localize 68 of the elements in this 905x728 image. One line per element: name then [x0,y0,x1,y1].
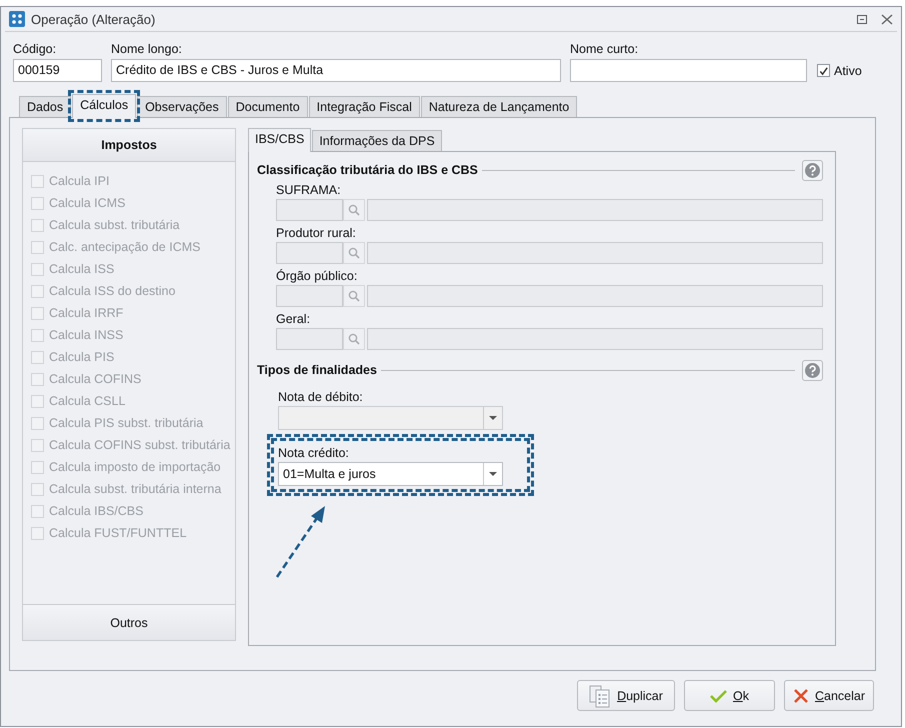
checkbox-label: Calcula INSS [49,328,124,342]
help-button[interactable] [802,160,823,180]
search-icon [348,247,360,259]
app-icon [9,11,25,27]
check-icon [710,688,727,702]
checkbox-label: Calcula subst. tributária [49,218,180,232]
field-label: Geral: [276,311,312,328]
section-header[interactable]: Outros [23,604,235,640]
field-label: Produtor rural: [276,225,357,242]
restore-icon[interactable] [857,14,867,24]
search-button[interactable] [343,328,365,350]
checkbox-label: Calcula IRRF [49,306,124,320]
help-icon [805,362,820,378]
checkbox-label: Calcula ISS do destino [49,284,176,298]
checkbox-label: Calcula PIS subst. tributária [49,416,204,430]
text-field[interactable]: Crédito de IBS e CBS - Juros e Multa [111,59,561,82]
checkbox-label: Calcula PIS [49,350,114,364]
help-button[interactable] [802,360,823,380]
search-icon [348,333,360,345]
dropdown[interactable]: 01=Multa e juros [278,462,503,486]
dialog-button[interactable]: Duplicar [577,680,675,711]
checkbox-label: Calc. antecipação de ICMS [49,240,200,254]
checkbox-label: Ativo [834,64,862,78]
checkbox-label: Calcula COFINS [49,372,142,386]
dialog-button[interactable]: Ok [684,680,775,711]
field-label: Nome curto: [570,42,640,58]
search-icon [348,290,360,302]
search-icon [348,204,360,216]
field-label: Nota crédito: [278,445,350,462]
documents-icon [589,682,612,708]
check-icon [818,64,829,76]
tab[interactable]: Dados [19,96,72,117]
checkbox[interactable] [817,64,830,77]
checkbox-label: Calcula IPI [49,174,110,188]
field-label: Órgão público: [276,268,358,285]
dialog-button[interactable]: Cancelar [784,680,874,711]
window-title: Operação (Alteração) [31,12,156,26]
tab[interactable]: Observações [137,96,227,117]
field-label: Nome longo: [111,42,183,58]
close-icon[interactable] [881,14,893,24]
tab[interactable]: Informações da DPS [312,130,442,151]
checkbox-label: Calcula FUST/FUNTTEL [49,526,187,540]
text-field[interactable] [570,59,807,82]
help-icon [805,162,820,178]
text-field[interactable]: 000159 [13,59,102,82]
checkbox-label: Calcula ISS [49,262,114,276]
tab[interactable]: Integração Fiscal [308,96,420,117]
field-label: Nota de débito: [278,389,364,406]
caret-icon [489,416,497,420]
checkbox-label: Calcula ICMS [49,196,126,210]
caret-icon [489,472,497,476]
close-icon [792,688,809,704]
checkbox-label: Calcula subst. tributária interna [49,482,222,496]
field-label: SUFRAMA: [276,182,342,199]
tab[interactable]: Natureza de Lançamento [420,96,578,117]
checkbox-label: Calcula CSLL [49,394,126,408]
checkbox-label: Calcula COFINS subst. tributária [49,438,230,452]
search-button[interactable] [343,199,365,221]
tab[interactable]: Documento [228,96,308,117]
section-title: Tipos de finalidades [257,363,377,377]
tab[interactable]: IBS/CBS [248,128,312,152]
section-header[interactable]: Impostos [23,129,235,162]
search-button[interactable] [343,242,365,264]
field-label: Código: [13,42,58,58]
checkbox-label: Calcula imposto de importação [49,460,221,474]
search-button[interactable] [343,285,365,307]
section-title: Classificação tributária do IBS e CBS [257,163,478,177]
checkbox-label: Calcula IBS/CBS [49,504,144,518]
